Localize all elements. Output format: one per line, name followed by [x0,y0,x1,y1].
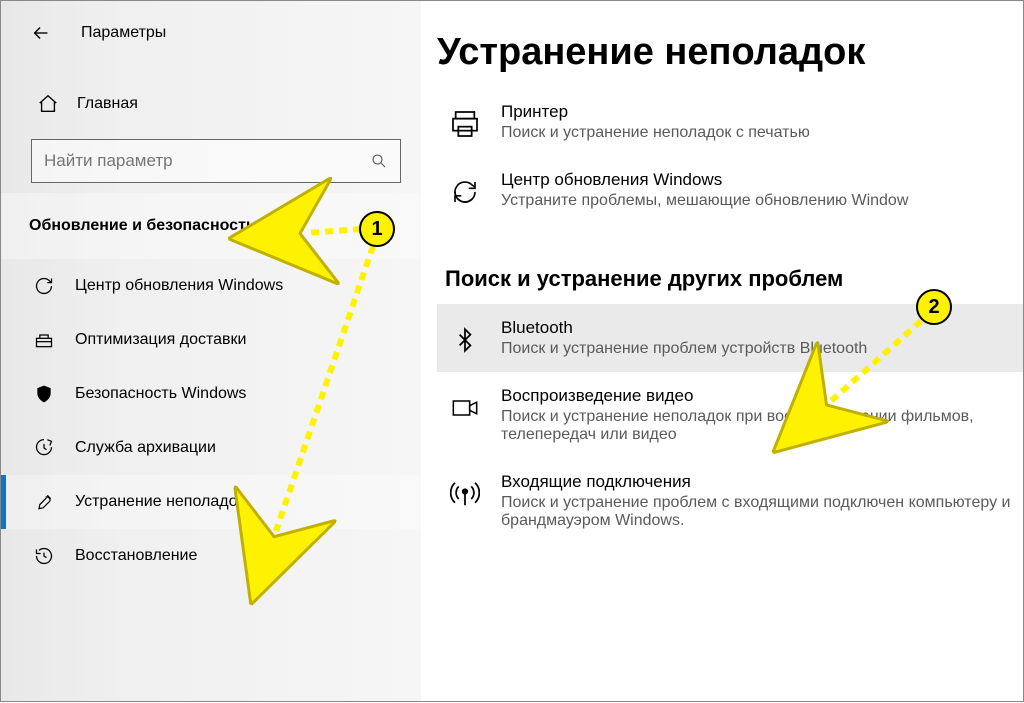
troubleshoot-item-desc: Поиск и устранение неполадок с печатью [501,124,810,142]
troubleshoot-item-desc: Поиск и устранение проблем устройств Blu… [501,340,867,358]
troubleshoot-item-desc: Устраните проблемы, мешающие обновлению … [501,192,908,210]
troubleshoot-item-title: Центр обновления Windows [501,170,908,190]
sidebar-item-label: Центр обновления Windows [75,277,283,295]
search-icon [370,152,388,170]
sidebar-item-label: Оптимизация доставки [75,331,246,349]
delivery-icon [33,329,55,351]
sync-icon [447,174,483,210]
home-label: Главная [77,95,138,113]
app-title: Параметры [81,24,166,42]
back-button[interactable] [29,21,53,45]
main-content: Устранение неполадок Принтер Поиск и уст… [421,1,1023,701]
sidebar-item-delivery-optimization[interactable]: Оптимизация доставки [1,313,421,367]
home-icon [37,93,59,115]
shield-icon [33,383,55,405]
sidebar-item-backup[interactable]: Служба архивации [1,421,421,475]
antenna-icon [447,476,483,512]
sidebar-item-windows-security[interactable]: Безопасность Windows [1,367,421,421]
printer-icon [447,106,483,142]
sidebar-item-label: Устранение неполадок [75,493,244,511]
troubleshoot-item-video-playback[interactable]: Воспроизведение видео Поиск и устранение… [437,372,1023,458]
troubleshoot-item-title: Принтер [501,102,810,122]
bluetooth-icon [447,322,483,358]
sidebar-section-header: Обновление и безопасность [1,193,421,259]
troubleshoot-item-title: Входящие подключения [501,472,1013,492]
sidebar-item-label: Восстановление [75,547,197,565]
search-input[interactable] [44,151,370,171]
back-arrow-icon [30,22,52,44]
troubleshoot-item-title: Bluetooth [501,318,867,338]
search-input-wrap[interactable] [31,139,401,183]
troubleshoot-item-printer[interactable]: Принтер Поиск и устранение неполадок с п… [437,88,1023,156]
sync-icon [33,275,55,297]
annotation-callout-1: 1 [359,211,395,247]
troubleshoot-item-title: Воспроизведение видео [501,386,1013,406]
troubleshoot-item-windows-update[interactable]: Центр обновления Windows Устраните пробл… [437,156,1023,224]
annotation-callout-2: 2 [916,289,952,325]
sidebar-item-label: Безопасность Windows [75,385,246,403]
sidebar-item-troubleshoot[interactable]: Устранение неполадок [1,475,421,529]
sidebar-item-recovery[interactable]: Восстановление [1,529,421,583]
sidebar-item-label: Служба архивации [75,439,216,457]
troubleshoot-item-desc: Поиск и устранение неполадок при воспрои… [501,408,1013,444]
page-title: Устранение неполадок [437,31,1023,74]
video-icon [447,390,483,426]
backup-icon [33,437,55,459]
wrench-icon [33,491,55,513]
sidebar: Параметры Главная Обновление и безопасно… [1,1,421,701]
section-subheading: Поиск и устранение других проблем [445,266,1023,292]
troubleshoot-item-incoming-connections[interactable]: Входящие подключения Поиск и устранение … [437,458,1023,544]
recovery-icon [33,545,55,567]
troubleshoot-item-desc: Поиск и устранение проблем с входящими п… [501,494,1013,530]
sidebar-item-home[interactable]: Главная [1,79,421,129]
sidebar-item-windows-update[interactable]: Центр обновления Windows [1,259,421,313]
